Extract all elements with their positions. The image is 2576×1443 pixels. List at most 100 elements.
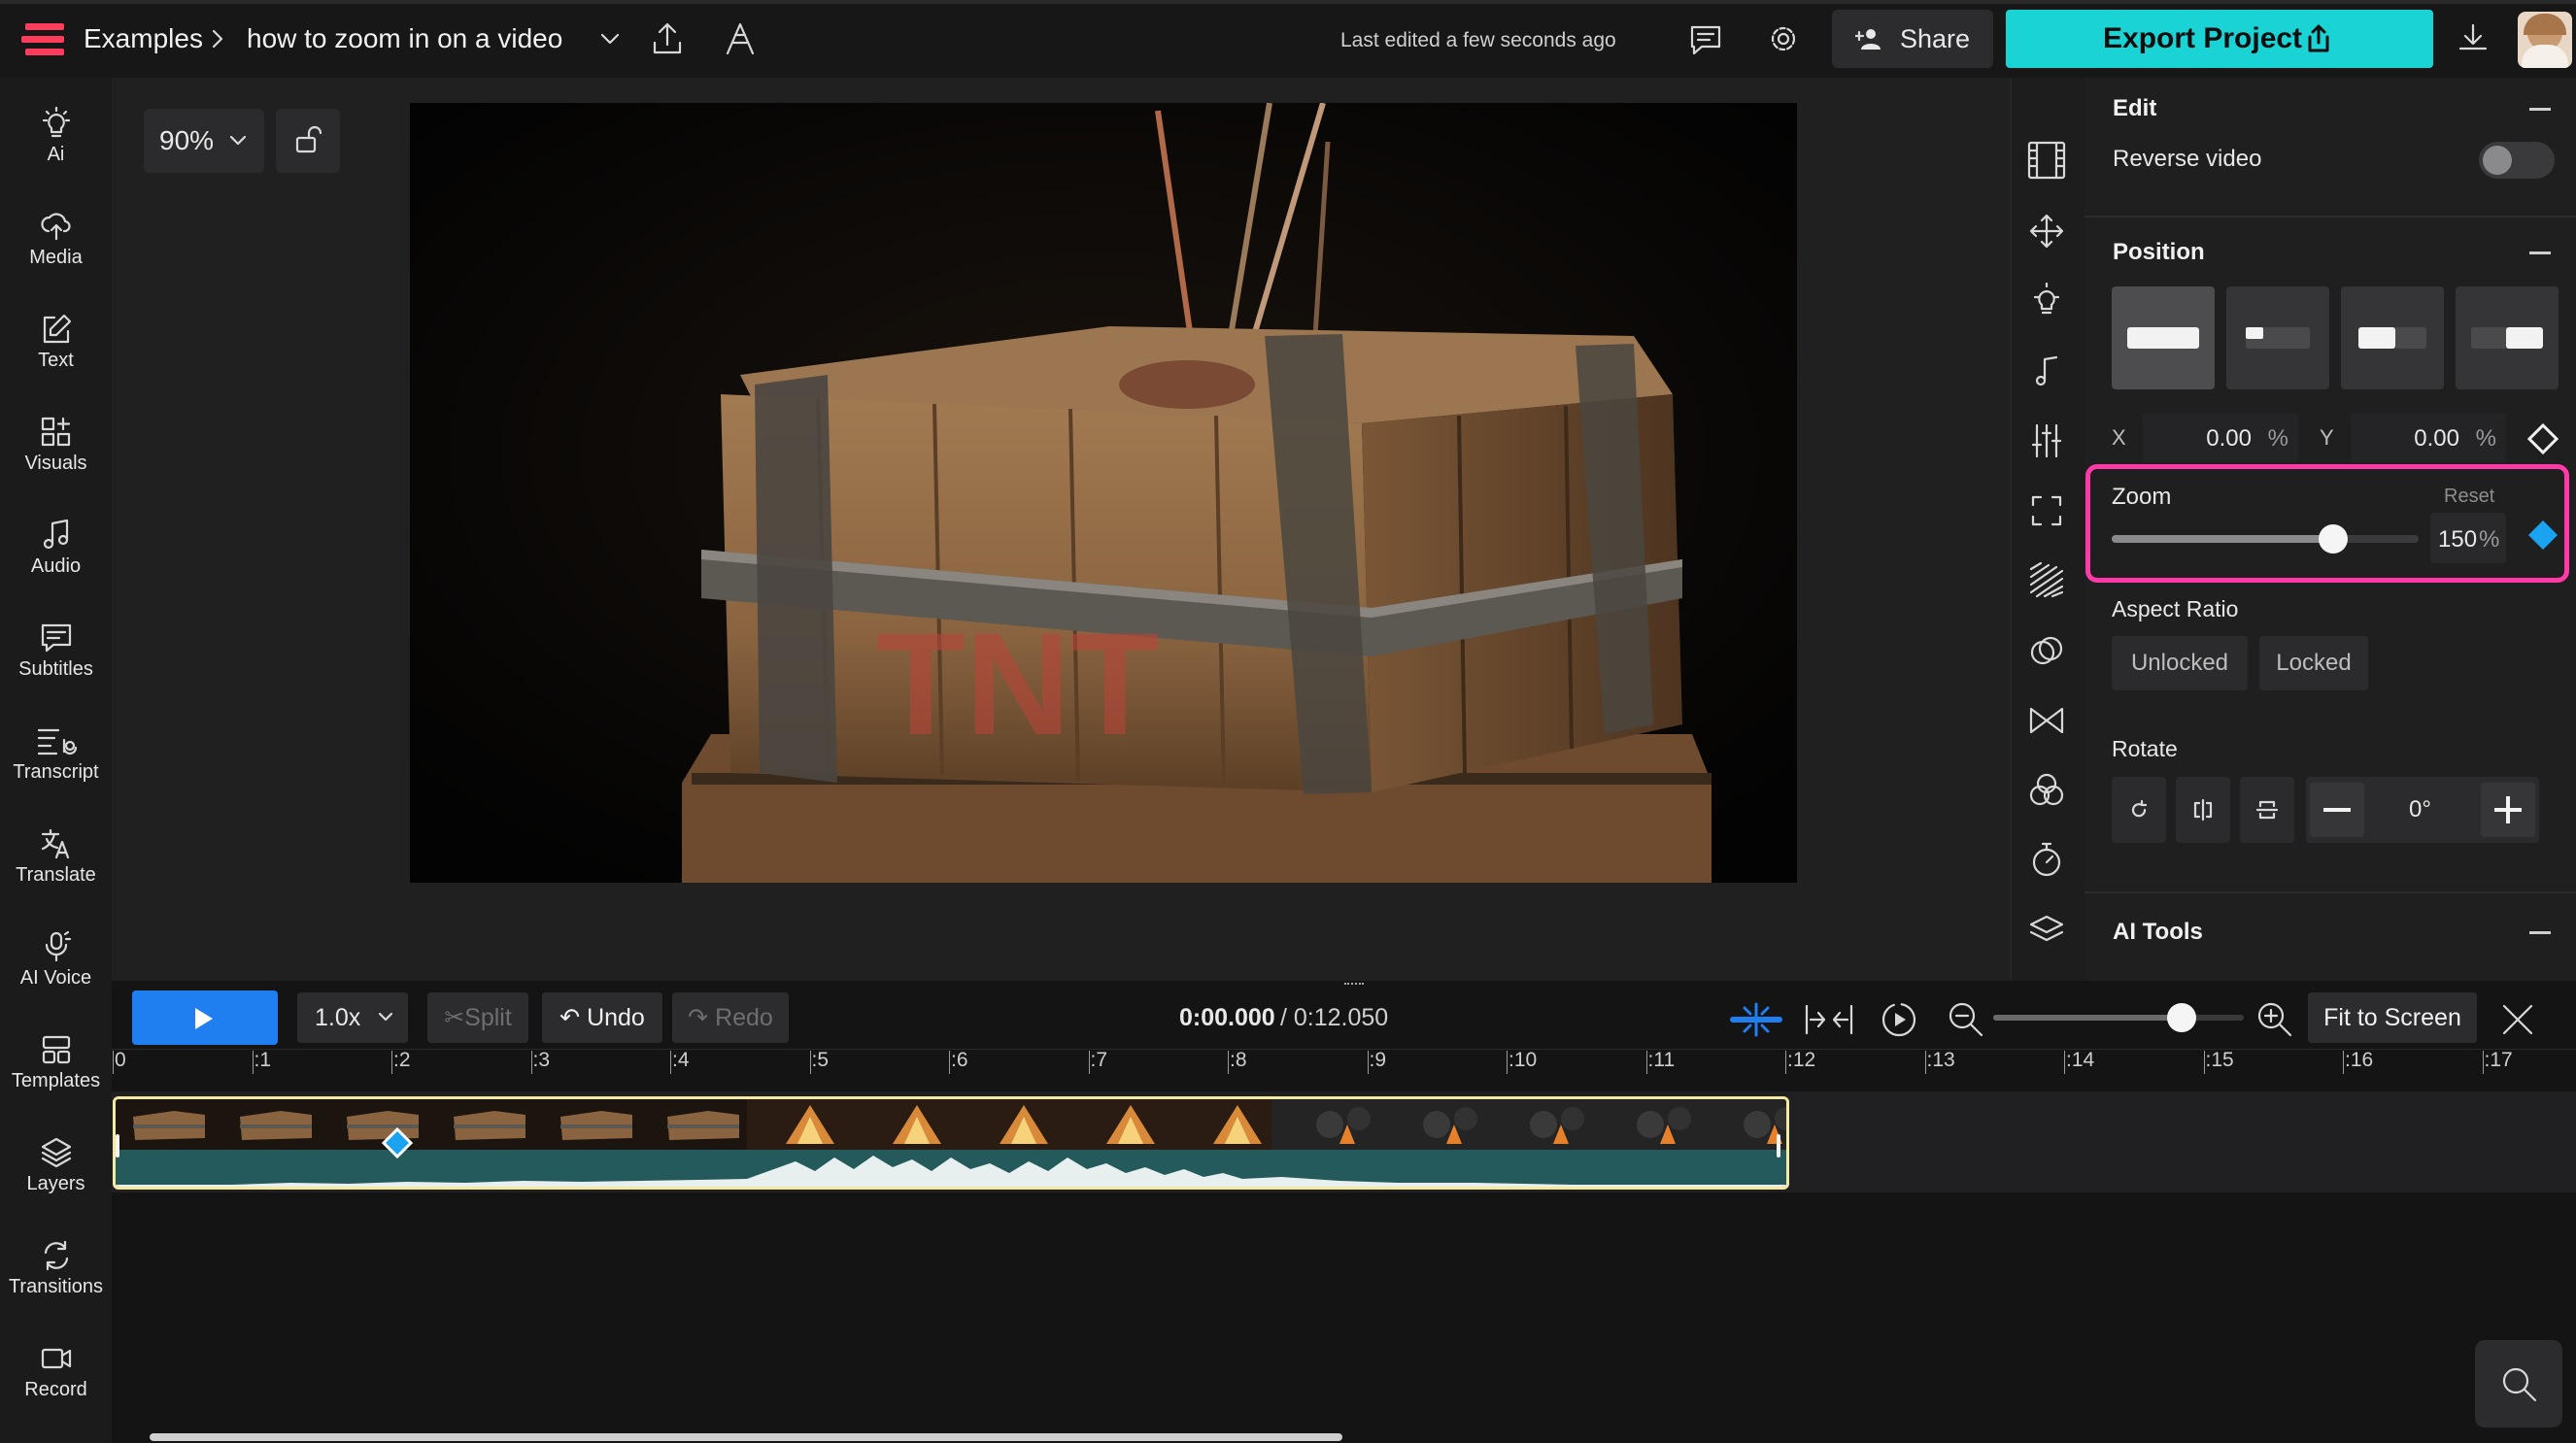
x-input[interactable]: 0.00 % [2143,414,2298,462]
aspect-locked-button[interactable]: Locked [2259,636,2368,690]
rotate-increase-button[interactable] [2481,783,2535,837]
x-label: X [2112,425,2126,450]
timeline-zoom-slider[interactable] [1993,1003,2244,1032]
color-circles-icon[interactable] [2025,769,2068,812]
y-input[interactable]: 0.00 % [2351,414,2506,462]
sidebar-item-templates[interactable]: Templates [0,1020,112,1123]
sliders-icon[interactable] [2025,419,2068,462]
rotate-stepper: 0° [2306,777,2539,843]
video-frame-crate-image: TNT [410,103,1797,883]
bowtie-transition-icon[interactable] [2025,699,2068,742]
upload-icon[interactable] [651,21,684,61]
zoom-in-icon[interactable] [2255,1000,2294,1044]
playback-loop-icon[interactable] [1879,1000,1919,1044]
ruler-tick [113,1051,114,1074]
canvas-zoom-dropdown[interactable]: 90% [144,109,264,173]
sidebar-label: Transitions [8,1276,104,1297]
timeline-horizontal-scrollbar[interactable] [150,1433,1342,1441]
video-clip[interactable] [113,1096,1789,1190]
x-unit: % [2267,425,2288,452]
layers-stack-icon[interactable] [2025,909,2068,952]
zoom-unit: % [2479,526,2500,553]
search-button[interactable] [2475,1340,2562,1427]
rotate-button[interactable] [2112,777,2166,843]
timeline-zoom-thumb[interactable] [2166,1003,2196,1032]
share-button[interactable]: Share [1832,10,1993,68]
zoom-reset-button[interactable]: Reset [2444,486,2494,508]
flip-horizontal-button[interactable] [2176,777,2230,843]
sidebar-item-translate[interactable]: Translate [0,814,112,917]
user-avatar[interactable] [2518,12,2572,68]
download-icon[interactable] [2456,21,2491,61]
chevron-down-icon [229,135,247,146]
clip-trim-handle-left[interactable] [116,1134,119,1158]
sidebar-item-transitions[interactable]: Transitions [0,1225,112,1328]
fit-to-screen-button[interactable]: Fit to Screen [2308,992,2477,1043]
export-project-button[interactable]: Export Project [2006,10,2433,68]
edit-icon [43,314,71,344]
sidebar-item-media[interactable]: Media [0,196,112,299]
pattern-icon[interactable] [2025,559,2068,602]
publish-icon[interactable] [724,21,757,61]
breadcrumb-examples[interactable]: Examples [84,0,203,78]
position-center-tile[interactable] [2341,286,2444,389]
video-preview[interactable]: TNT [410,103,1797,883]
zoom-slider-track[interactable] [2112,524,2419,554]
position-left-tile[interactable] [2226,286,2329,389]
close-timeline-icon[interactable] [2498,1000,2537,1044]
app-logo-icon[interactable] [19,21,68,58]
blend-icon[interactable] [2025,629,2068,672]
zoom-keyframe-diamond-icon[interactable] [2525,518,2560,557]
timeline-resize-handle[interactable] [1344,983,1364,989]
flip-vertical-button[interactable] [2240,777,2294,843]
undo-button[interactable]: ↶ Undo [542,992,662,1043]
search-icon [2502,1367,2537,1402]
reverse-video-toggle[interactable] [2479,142,2555,179]
snap-magnet-icon[interactable] [1729,1000,1783,1044]
sidebar-item-subtitles[interactable]: Subtitles [0,608,112,711]
sidebar-label: Visuals [24,453,87,474]
aspect-unlocked-button[interactable]: Unlocked [2112,636,2248,690]
split-button[interactable]: ✂Split [427,992,528,1043]
collapse-position-icon[interactable] [2529,252,2551,254]
zoom-slider-thumb[interactable] [2318,524,2348,554]
clip-keyframe-diamond-icon[interactable] [381,1126,414,1164]
playback-speed-dropdown[interactable]: 1.0x [297,992,408,1043]
crop-frame-icon[interactable] [2025,489,2068,532]
upload-cloud-icon [40,213,71,241]
clip-trim-handle-right[interactable] [1777,1134,1780,1158]
settings-gear-icon[interactable] [1766,21,1801,61]
redo-button[interactable]: ↷ Redo [672,992,789,1043]
subtitles-icon [41,623,71,653]
audio-note-icon[interactable] [2025,350,2068,392]
ruler-tick-label: :14 [2066,1049,2095,1071]
play-button[interactable] [132,990,278,1045]
sidebar-item-layers[interactable]: Layers [0,1123,112,1225]
sidebar-item-ai[interactable]: Ai [0,93,112,196]
collapse-edit-icon[interactable] [2529,108,2551,111]
position-fill-tile[interactable] [2112,286,2215,389]
sidebar-item-text[interactable]: Text [0,299,112,402]
aspect-lock-button[interactable] [276,109,340,173]
filmstrip-icon[interactable] [2025,139,2068,182]
zoom-value-input[interactable]: 150 % [2430,513,2506,563]
zoom-out-icon[interactable] [1947,1000,1985,1044]
comments-icon[interactable] [1688,23,1723,61]
project-menu-chevron-icon[interactable] [596,29,624,53]
position-right-tile[interactable] [2456,286,2559,389]
fit-clips-icon[interactable] [1803,1000,1855,1044]
project-title[interactable]: how to zoom in on a video [247,0,562,78]
sidebar-item-ai-voice[interactable]: AI Voice [0,917,112,1020]
sidebar-item-transcript[interactable]: Transcript [0,711,112,814]
collapse-ai-tools-icon[interactable] [2529,931,2551,934]
sidebar-item-audio[interactable]: Audio [0,505,112,608]
timer-icon[interactable] [2025,839,2068,882]
move-icon[interactable] [2025,210,2068,252]
sidebar-item-visuals[interactable]: Visuals [0,402,112,505]
position-keyframe-diamond-icon[interactable] [2525,421,2560,461]
ruler-tick-label: :8 [1230,1049,1247,1071]
sidebar-item-record[interactable]: Record [0,1328,112,1431]
ruler-tick [1088,1051,1090,1074]
adjust-bulb-icon[interactable] [2025,280,2068,322]
rotate-decrease-button[interactable] [2310,783,2364,837]
